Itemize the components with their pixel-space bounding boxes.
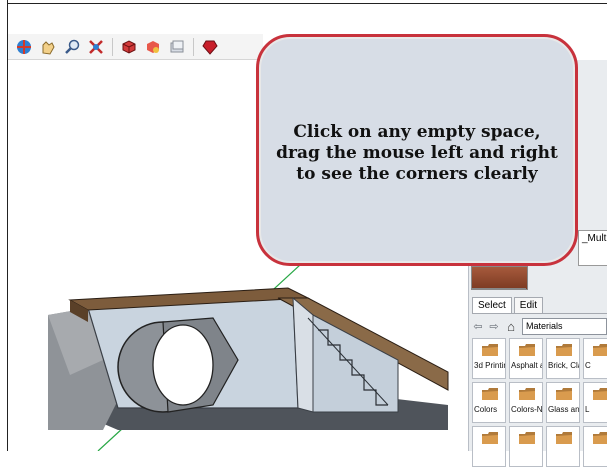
forward-arrow-icon[interactable]: ⇨	[488, 320, 500, 333]
back-arrow-icon[interactable]: ⇦	[472, 320, 484, 333]
tutorial-callout: Click on any empty space, drag the mouse…	[256, 34, 578, 266]
materials-icon[interactable]	[143, 37, 163, 57]
material-folder-item[interactable]: Colors-N	[509, 382, 543, 423]
materials-grid: 3d Printir Asphalt a Brick, Cla C Colors…	[472, 338, 607, 467]
folder-icon	[593, 388, 607, 400]
zoom-extents-icon[interactable]	[86, 37, 106, 57]
toolbar-separator	[112, 37, 113, 56]
folder-icon	[519, 388, 535, 400]
material-name-text: _Multi	[582, 233, 607, 244]
materials-tabs: Select Edit	[472, 295, 545, 313]
app-window: _Multi Select Edit ⇦ ⇨ ⌂ Materials 3d Pr…	[0, 0, 607, 467]
tab-edit[interactable]: Edit	[513, 297, 544, 313]
folder-icon	[482, 432, 498, 444]
material-folder-item[interactable]: Brick, Cla	[546, 338, 580, 379]
folder-icon	[519, 344, 535, 356]
folder-icon	[482, 388, 498, 400]
material-folder-item[interactable]: C	[583, 338, 607, 379]
material-folder-item[interactable]	[583, 426, 607, 467]
tab-select[interactable]: Select	[472, 297, 512, 313]
material-folder-item[interactable]: Asphalt a	[509, 338, 543, 379]
folder-icon	[593, 344, 607, 356]
swatch-divider	[471, 288, 526, 289]
toolbar-separator	[193, 37, 194, 56]
material-folder-item[interactable]	[472, 426, 506, 467]
materials-nav-row: ⇦ ⇨ ⌂ Materials	[472, 317, 607, 335]
material-folder-item[interactable]: 3d Printir	[472, 338, 506, 379]
tabs-divider	[472, 313, 607, 314]
material-folder-item[interactable]: L	[583, 382, 607, 423]
window-border-top	[7, 3, 607, 4]
material-folder-item[interactable]	[546, 426, 580, 467]
material-folder-item[interactable]: Glass and	[546, 382, 580, 423]
ruby-icon[interactable]	[200, 37, 220, 57]
callout-text: Click on any empty space, drag the mouse…	[276, 121, 558, 184]
collection-dropdown[interactable]: Materials	[522, 317, 607, 335]
tube-opening	[152, 324, 214, 406]
orbit-icon[interactable]	[14, 37, 34, 57]
components-icon[interactable]	[119, 37, 139, 57]
home-icon[interactable]: ⌂	[504, 319, 518, 334]
material-folder-item[interactable]	[509, 426, 543, 467]
folder-icon	[556, 432, 572, 444]
folder-icon	[519, 432, 535, 444]
pan-icon[interactable]	[38, 37, 58, 57]
material-folder-item[interactable]: Colors	[472, 382, 506, 423]
folder-icon	[482, 344, 498, 356]
zoom-icon[interactable]	[62, 37, 82, 57]
material-preview-swatch[interactable]	[471, 266, 528, 290]
material-name-field[interactable]: _Multi	[578, 230, 607, 266]
camera-toolbar	[8, 34, 263, 60]
folder-icon	[556, 388, 572, 400]
folder-icon	[556, 344, 572, 356]
scenes-icon[interactable]	[167, 37, 187, 57]
folder-icon	[593, 432, 607, 444]
